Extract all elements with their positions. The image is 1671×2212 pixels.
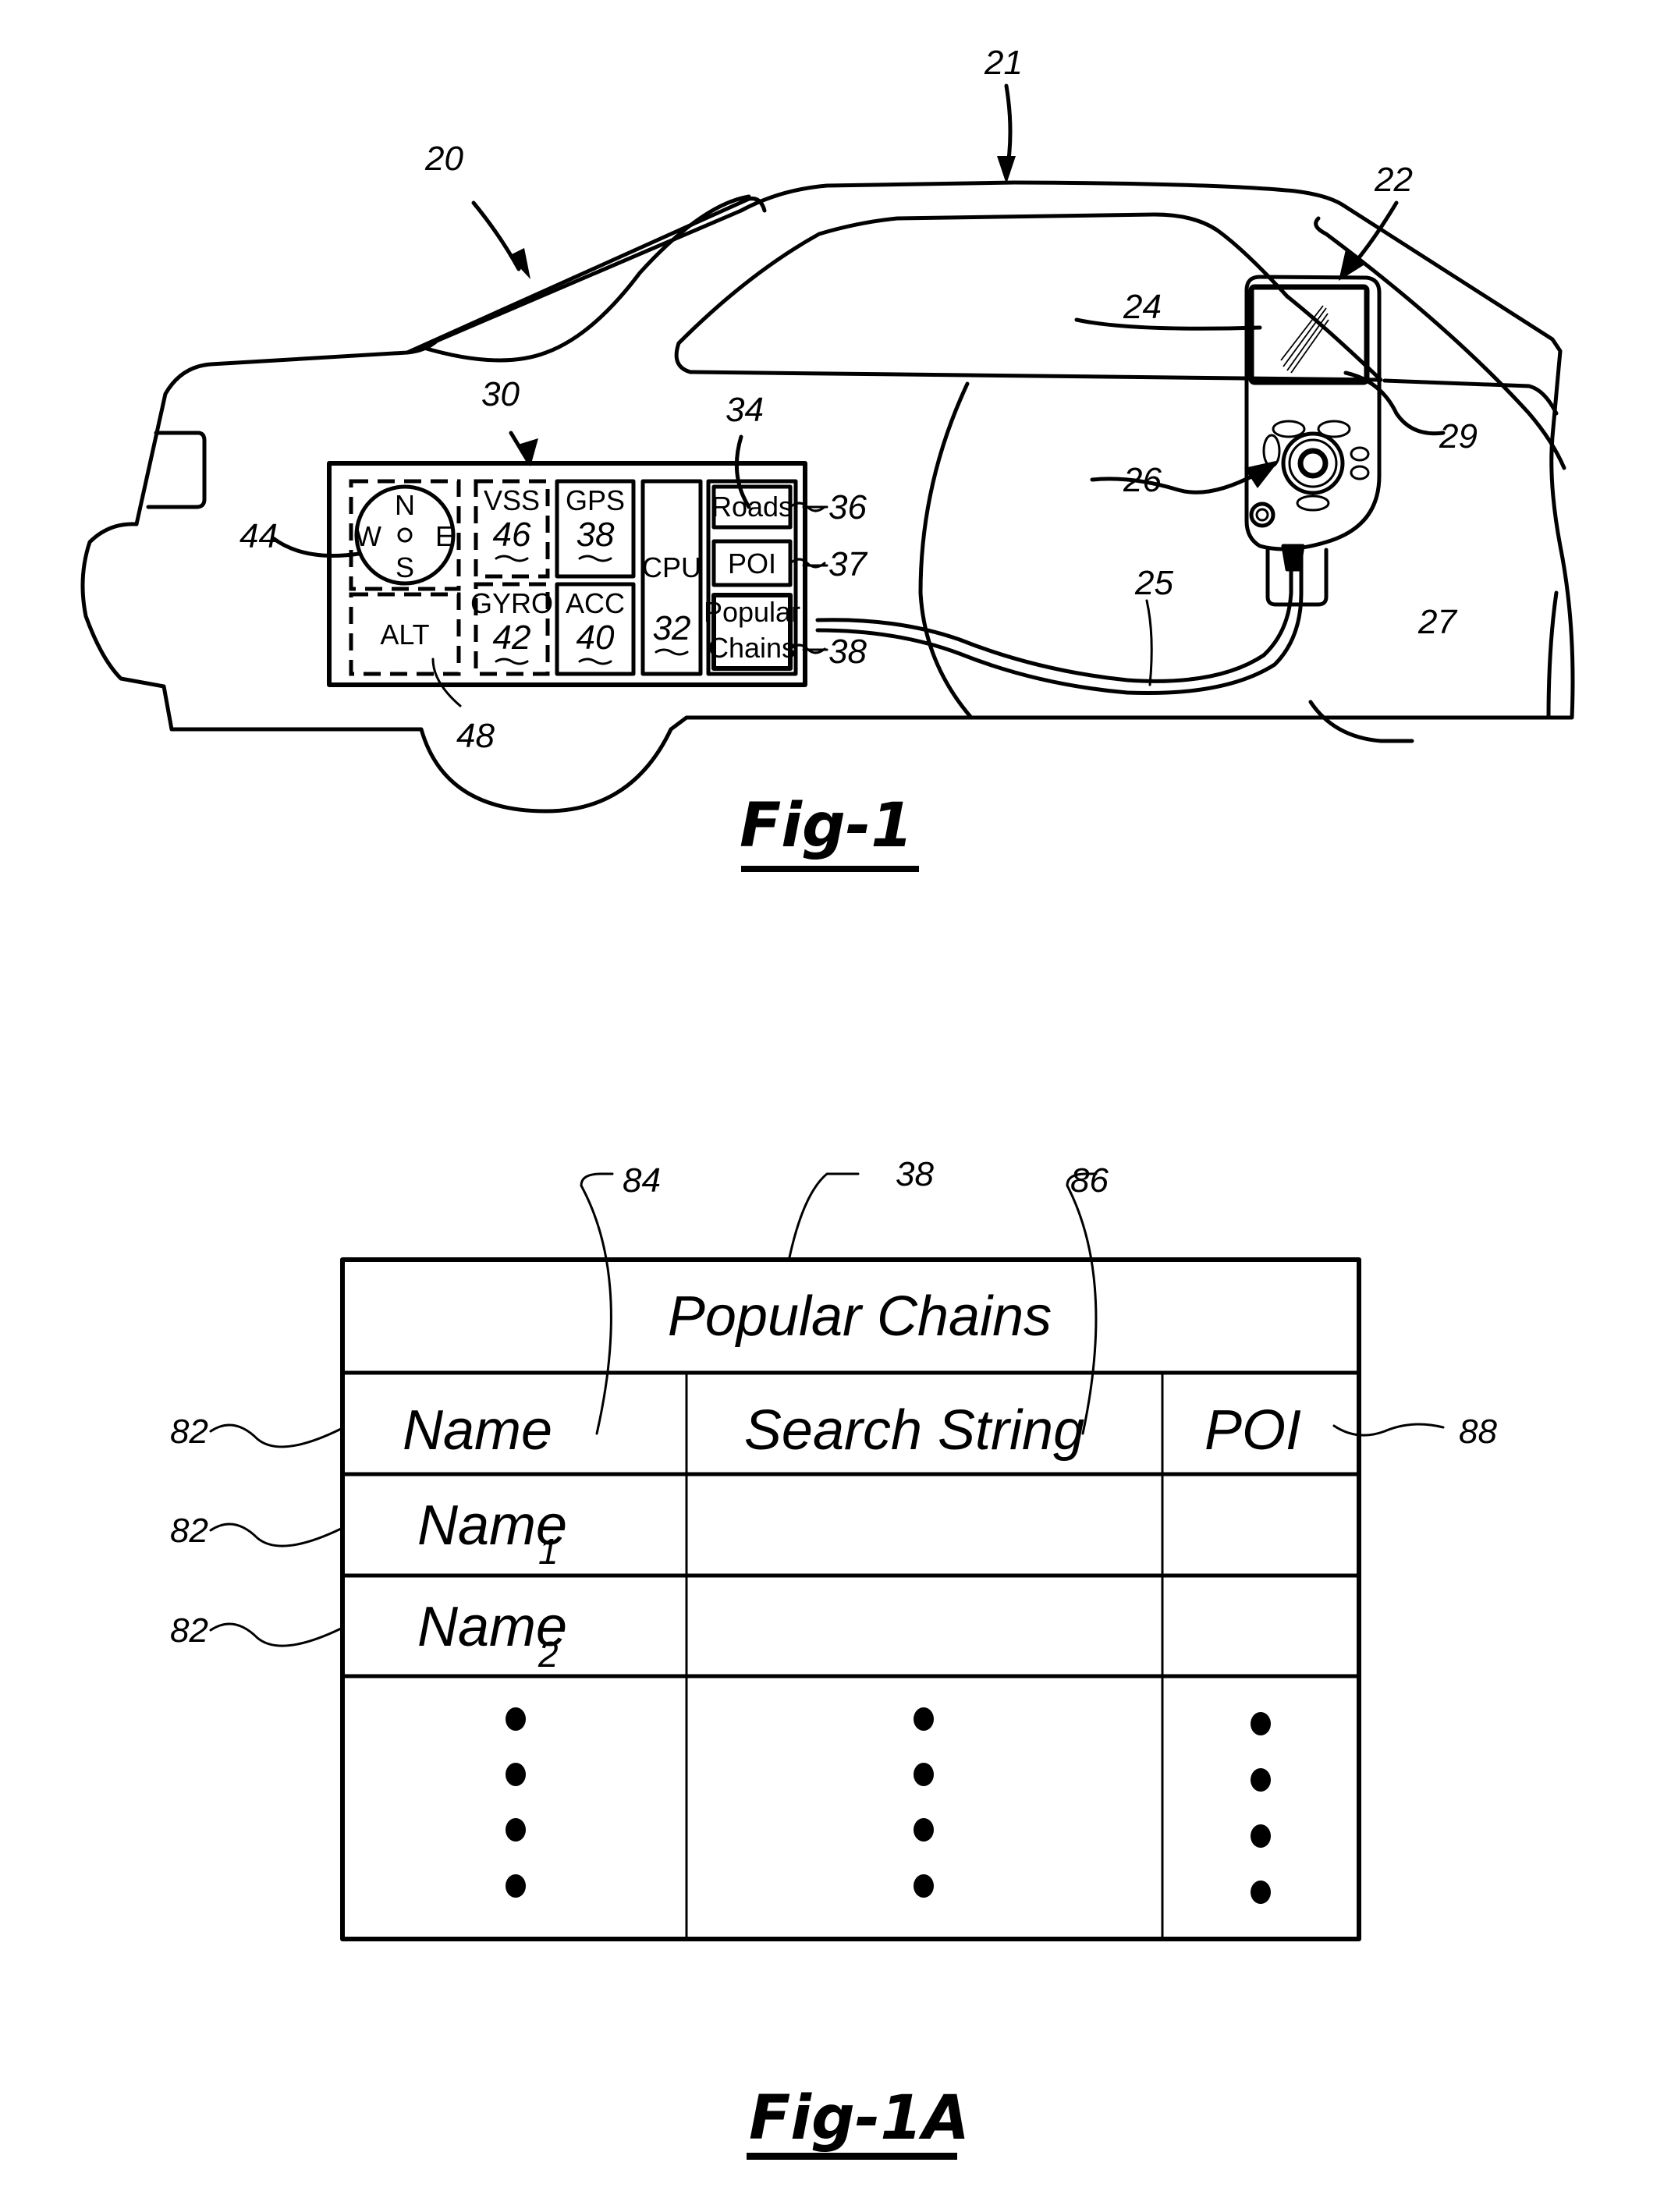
compass-south: S bbox=[396, 551, 414, 583]
ref-20: 20 bbox=[424, 140, 463, 178]
gps-label: GPS bbox=[566, 484, 625, 516]
ref-30: 30 bbox=[481, 375, 520, 413]
cpu-label: CPU bbox=[642, 551, 701, 583]
ref-88: 88 bbox=[1459, 1413, 1497, 1451]
ref-82-row2: 82 bbox=[170, 1611, 208, 1650]
popular-chains-label-1: Popular bbox=[704, 596, 800, 628]
ref-36: 36 bbox=[828, 488, 867, 526]
device-screen bbox=[1248, 284, 1370, 385]
gps-ref: 38 bbox=[577, 516, 615, 554]
row-name-subscript: 1 bbox=[538, 1531, 559, 1572]
ref-24: 24 bbox=[1123, 288, 1162, 326]
screen-glare-lines bbox=[1280, 305, 1329, 374]
acc-label: ACC bbox=[566, 587, 625, 619]
gyro-ref: 42 bbox=[493, 619, 531, 657]
acc-ref: 40 bbox=[577, 619, 615, 657]
ref-34: 34 bbox=[726, 391, 764, 429]
ref-25: 25 bbox=[1134, 564, 1173, 602]
handheld-device bbox=[1244, 275, 1382, 607]
alt-label: ALT bbox=[380, 619, 429, 650]
column-header-poi: POI bbox=[1204, 1399, 1301, 1462]
table-row: Name 1 bbox=[417, 1494, 567, 1572]
ref-44: 44 bbox=[239, 517, 278, 555]
ref-37: 37 bbox=[828, 545, 867, 583]
compass-north: N bbox=[395, 489, 415, 521]
ref-27: 27 bbox=[1417, 603, 1457, 641]
vss-label: VSS bbox=[484, 484, 540, 516]
compass-east: E bbox=[435, 520, 454, 552]
table-row: Name 2 bbox=[417, 1596, 567, 1675]
column-header-name: Name bbox=[403, 1399, 552, 1462]
ref-84: 84 bbox=[623, 1161, 661, 1200]
gyro-label: GYRO bbox=[470, 587, 553, 619]
ref-82-row1: 82 bbox=[170, 1512, 208, 1550]
patent-figure-sheet: N S E W ALT VSS 46 GYRO 42 GPS 38 ACC 40… bbox=[80, 44, 1575, 2160]
navigation-unit: N S E W ALT VSS 46 GYRO 42 GPS 38 ACC 40… bbox=[327, 461, 826, 687]
fig1-caption: Fig-1 bbox=[740, 791, 919, 872]
ref-29: 29 bbox=[1439, 417, 1478, 456]
cable bbox=[815, 544, 1304, 696]
cpu-ref: 32 bbox=[653, 609, 691, 647]
continuation-dots bbox=[506, 1707, 1271, 1904]
ref-22: 22 bbox=[1374, 161, 1413, 199]
column-header-search-string: Search String bbox=[744, 1399, 1084, 1462]
table-title: Popular Chains bbox=[668, 1285, 1052, 1348]
fig1a-caption: Fig-1A bbox=[747, 2083, 970, 2160]
compass-west: W bbox=[355, 520, 381, 552]
ref-26: 26 bbox=[1123, 461, 1162, 499]
ref-38-table: 38 bbox=[896, 1155, 934, 1193]
popular-chains-table: Popular Chains Name Search String POI Na… bbox=[340, 1257, 1361, 1941]
roads-label: Roads bbox=[711, 491, 793, 523]
ref-82-header: 82 bbox=[170, 1413, 208, 1451]
poi-label: POI bbox=[728, 548, 776, 580]
popular-chains-label-2: Chains bbox=[708, 632, 796, 664]
row-name-subscript: 2 bbox=[537, 1634, 559, 1675]
joystick-ring bbox=[1281, 431, 1345, 495]
ref-48: 48 bbox=[456, 717, 495, 755]
ref-38: 38 bbox=[828, 633, 867, 671]
ref-21: 21 bbox=[984, 44, 1023, 82]
ref-86: 86 bbox=[1070, 1161, 1109, 1200]
joystick-knob bbox=[1297, 448, 1329, 479]
fig1a-caption-text: Fig-1A bbox=[749, 2083, 970, 2154]
fig1-caption-text: Fig-1 bbox=[740, 791, 914, 861]
vss-ref: 46 bbox=[493, 516, 531, 554]
